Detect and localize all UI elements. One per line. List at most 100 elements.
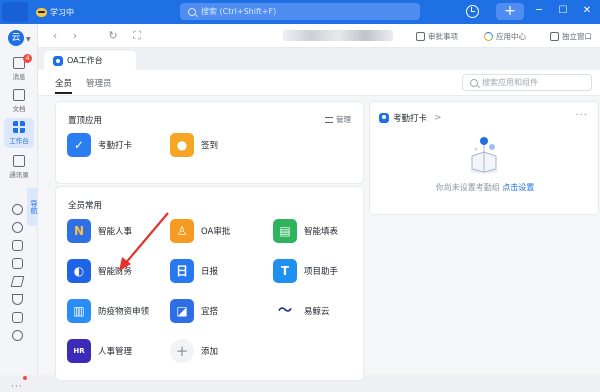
approval-items-button[interactable]: 审批事项	[416, 30, 458, 42]
lightning-icon[interactable]	[10, 276, 25, 287]
create-button[interactable]: +	[496, 3, 524, 20]
sidebar-item-label: 通讯录	[9, 171, 29, 179]
chevron-down-icon[interactable]: ▼	[26, 36, 31, 43]
app-center-label: 应用中心	[496, 31, 526, 41]
manage-button[interactable]: 管理	[325, 114, 351, 125]
approval-icon	[416, 31, 425, 41]
grid-icon	[13, 121, 25, 133]
more-options-icon[interactable]: ···	[575, 110, 588, 121]
plus-icon: +	[170, 339, 194, 363]
form-icon: ▤	[273, 219, 297, 243]
tab-all-members[interactable]: 全员	[55, 77, 73, 94]
app-label: 签到	[201, 141, 219, 151]
tab-bar: OA工作台	[38, 48, 600, 70]
settings-icon[interactable]	[12, 330, 23, 341]
project-icon: T	[273, 259, 297, 283]
forward-button[interactable]: ›	[68, 29, 82, 43]
attendance-card-title: 考勤打卡	[393, 114, 428, 124]
app-label: 人事管理	[98, 347, 133, 357]
back-button[interactable]: ‹	[48, 29, 62, 43]
app-search-placeholder: 搜索应用和组件	[482, 78, 538, 87]
cup-icon[interactable]	[12, 294, 23, 305]
app-center-button[interactable]: 应用中心	[484, 30, 526, 42]
user-stamp-icon: ♙	[170, 219, 194, 243]
app-label: 考勤打卡	[98, 141, 133, 151]
checkin-icon: ●	[170, 133, 194, 157]
empty-state-message: 你尚未设置考勤组	[435, 183, 500, 192]
attendance-card: 考勤打卡 > ··· 你尚未设置考勤组 点击设置	[369, 101, 599, 215]
sidebar-item-messages[interactable]: 消息 4	[4, 54, 34, 84]
left-sidebar: 云 ▼ 消息 4 文档 工作台 通讯录 导航 ···	[0, 24, 38, 392]
more-icon[interactable]: ···	[11, 382, 23, 392]
common-apps-title: 全员常用	[68, 201, 103, 211]
tab-oa-workbench[interactable]: OA工作台	[44, 51, 136, 70]
mail-icon[interactable]	[12, 312, 23, 323]
nav-panel-tab[interactable]: 导航	[27, 188, 38, 226]
sidebar-item-label: 工作台	[9, 137, 29, 145]
close-button[interactable]: ✕	[580, 4, 594, 18]
pinned-apps-title: 置顶应用	[68, 116, 103, 126]
app-daily-report[interactable]: 日 日报	[170, 259, 218, 283]
smart-hr-icon: N	[67, 219, 91, 243]
refresh-button[interactable]: ↻	[106, 29, 120, 43]
add-app-button[interactable]: + 添加	[170, 339, 218, 363]
sidebar-item-contacts[interactable]: 通讯录	[4, 152, 34, 182]
calendar-icon[interactable]	[12, 240, 23, 251]
whale-icon: 〜	[273, 299, 297, 323]
global-search-input[interactable]: 搜索 (Ctrl+Shift+F)	[180, 3, 420, 20]
window-icon	[550, 31, 559, 41]
checkbox-icon[interactable]	[12, 258, 23, 269]
report-icon: 日	[170, 259, 194, 283]
empty-state-text: 你尚未设置考勤组 点击设置	[370, 182, 600, 193]
empty-box-illustration	[470, 137, 498, 174]
tab-admin[interactable]: 管理员	[86, 77, 112, 89]
app-hr-management[interactable]: HR 人事管理	[67, 339, 132, 363]
manage-icon	[325, 116, 333, 123]
setup-link[interactable]: 点击设置	[502, 183, 534, 192]
unread-badge: 4	[23, 54, 32, 63]
app-yijingyun[interactable]: 〜 易鲸云	[273, 299, 330, 323]
chevron-right-icon: >	[434, 113, 442, 123]
app-smart-form[interactable]: ▤ 智能填表	[273, 219, 338, 243]
finance-icon: ◐	[67, 259, 91, 283]
minimize-button[interactable]: ─	[532, 4, 546, 18]
subtab-bar: 全员 管理员 搜索应用和组件	[38, 70, 600, 96]
expand-button[interactable]: ⛶	[130, 29, 144, 43]
manage-label: 管理	[336, 115, 351, 124]
app-logo[interactable]	[2, 2, 28, 22]
app-project-assistant[interactable]: T 项目助手	[273, 259, 338, 283]
sidebar-item-label: 文档	[12, 105, 26, 113]
contacts-icon	[13, 155, 25, 167]
sidebar-item-workbench[interactable]: 工作台	[4, 118, 34, 148]
app-attendance[interactable]: ✓ 考勤打卡	[67, 133, 132, 157]
annotation-arrow	[119, 212, 169, 271]
hr-management-icon: HR	[67, 339, 91, 363]
tab-title: OA工作台	[67, 56, 103, 65]
history-icon[interactable]	[466, 5, 479, 18]
browser-toolbar: ‹ › ↻ ⛶ 审批事项 应用中心 独立窗口	[38, 24, 600, 48]
standalone-window-button[interactable]: 独立窗口	[550, 30, 592, 42]
share-icon[interactable]	[12, 204, 23, 215]
app-label: 项目助手	[304, 267, 339, 277]
sidebar-item-docs[interactable]: 文档	[4, 86, 34, 116]
maximize-button[interactable]: ☐	[556, 4, 570, 18]
app-search-input[interactable]: 搜索应用和组件	[462, 74, 592, 91]
app-oa-approval[interactable]: ♙ OA审批	[170, 219, 230, 243]
app-yida[interactable]: ◪ 宜搭	[170, 299, 218, 323]
app-label: 宜搭	[201, 307, 219, 317]
yida-icon: ◪	[170, 299, 194, 323]
standalone-window-label: 独立窗口	[562, 31, 592, 41]
cloud-icon[interactable]	[12, 222, 23, 233]
search-icon	[470, 78, 478, 87]
app-epidemic-supplies[interactable]: ▥ 防疫物资申领	[67, 299, 149, 323]
common-apps-card: 全员常用 N 智能人事 ♙ OA审批 ▤ 智能填表 ◐ 智能财务 日 日报 T …	[55, 186, 364, 381]
oa-tab-icon	[53, 55, 63, 66]
attendance-card-header[interactable]: 考勤打卡 >	[379, 112, 442, 124]
app-checkin[interactable]: ● 签到	[170, 133, 218, 157]
app-label: 添加	[201, 347, 219, 357]
status-indicator[interactable]: 学习中	[36, 6, 74, 18]
blurred-page-title	[283, 30, 393, 41]
workbench-content: 全员 管理员 搜索应用和组件 置顶应用 管理 ✓ 考勤打卡 ● 签到 全员常用 …	[38, 70, 600, 381]
avatar[interactable]: 云	[8, 30, 24, 46]
status-label: 学习中	[50, 7, 74, 17]
